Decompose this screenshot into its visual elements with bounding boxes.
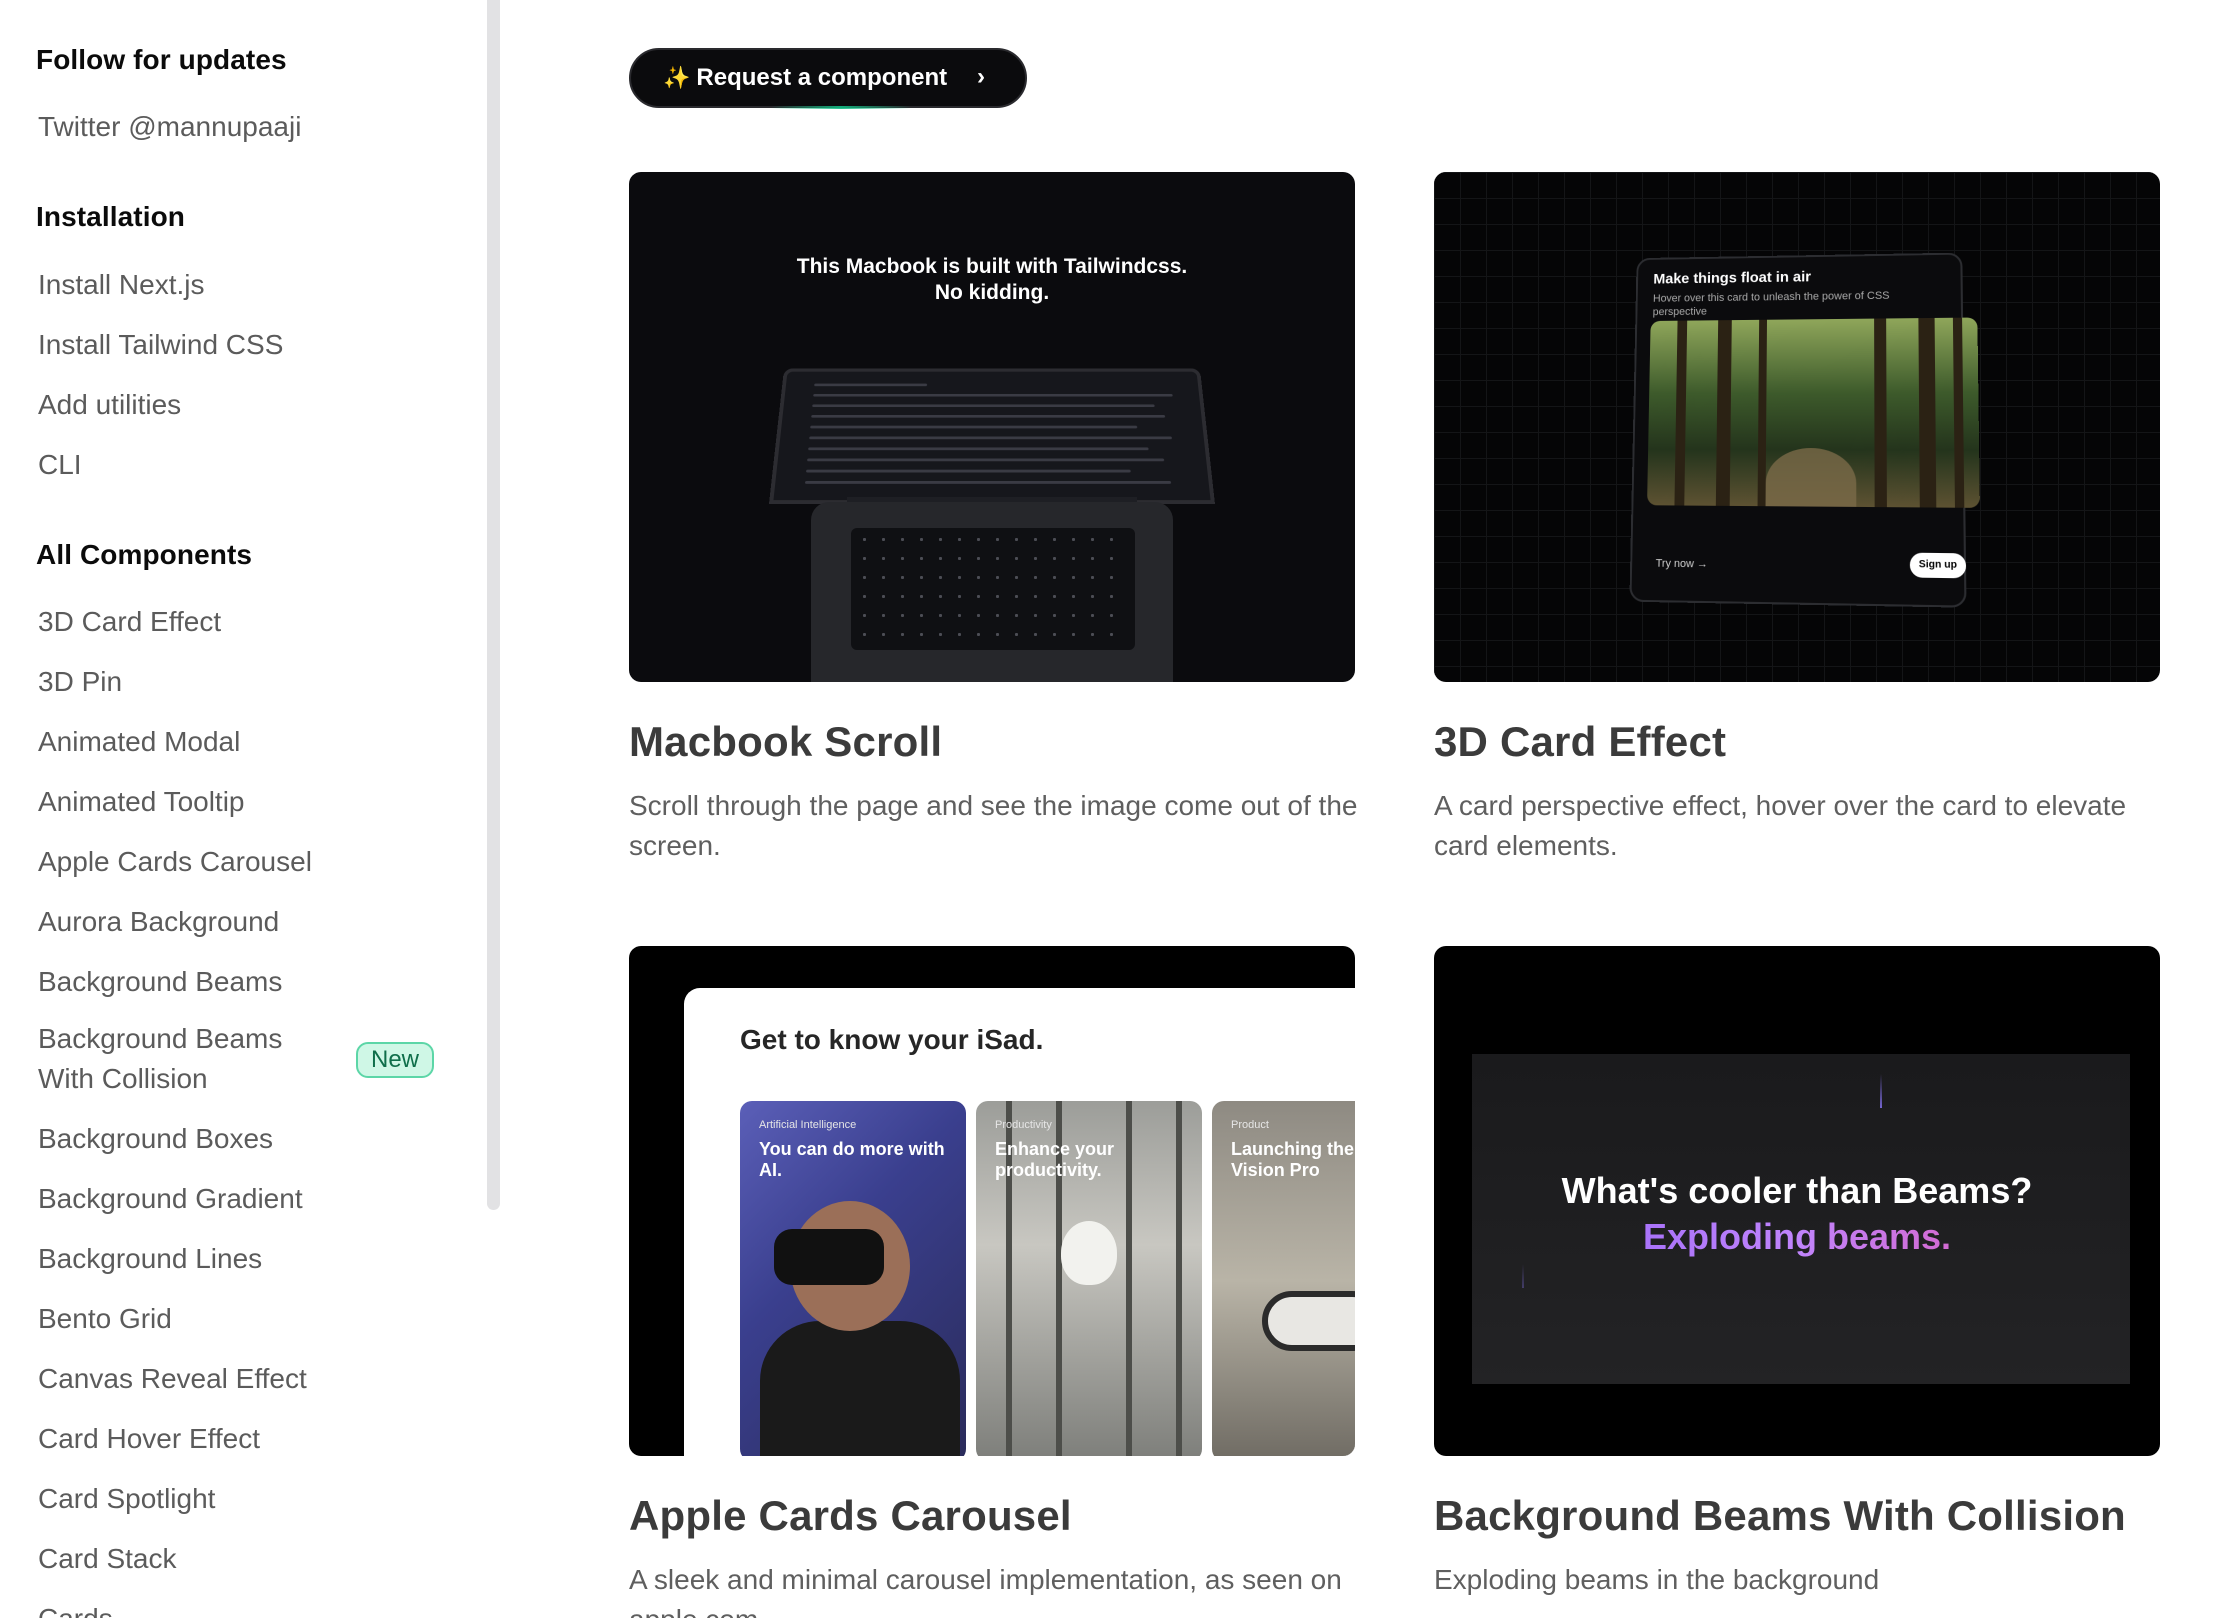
sidebar-item-background-boxes[interactable]: Background Boxes bbox=[38, 1119, 273, 1159]
sidebar-item-background-beams-with-collision[interactable]: Background Beams With Collision bbox=[38, 1019, 338, 1099]
carousel-card-text: Enhance your productivity. bbox=[995, 1139, 1195, 1181]
follow-heading: Follow for updates bbox=[36, 44, 287, 76]
carousel-heading: Get to know your iSad. bbox=[740, 1024, 1043, 1056]
card-desc-macbook-scroll: Scroll through the page and see the imag… bbox=[629, 786, 1359, 866]
carousel-card-ai: Artificial Intelligence You can do more … bbox=[740, 1101, 966, 1456]
carousel-card-text: You can do more with AI. bbox=[759, 1139, 959, 1181]
try-now-link: Try now → bbox=[1656, 558, 1708, 571]
macbook-caption: This Macbook is built with Tailwindcss. … bbox=[629, 254, 1355, 306]
carousel-card-category: Artificial Intelligence bbox=[759, 1119, 856, 1131]
request-component-label: Request a component bbox=[696, 64, 947, 92]
new-badge: New bbox=[356, 1042, 434, 1078]
installation-heading: Installation bbox=[36, 201, 185, 233]
forest-image bbox=[1647, 317, 1980, 507]
apple-logo-icon bbox=[1061, 1221, 1117, 1285]
sidebar-item-3d-pin[interactable]: 3D Pin bbox=[38, 662, 122, 702]
sidebar: Follow for updates Twitter @mannupaaji I… bbox=[0, 0, 500, 1618]
card-title-macbook-scroll[interactable]: Macbook Scroll bbox=[629, 718, 942, 766]
sidebar-item-bento-grid[interactable]: Bento Grid bbox=[38, 1299, 172, 1339]
card-desc-apple-cards-carousel: A sleek and minimal carousel implementat… bbox=[629, 1560, 1359, 1618]
carousel-card-productivity: Productivity Enhance your productivity. bbox=[976, 1101, 1202, 1456]
sidebar-item-apple-cards-carousel[interactable]: Apple Cards Carousel bbox=[38, 842, 312, 882]
sidebar-item-animated-tooltip[interactable]: Animated Tooltip bbox=[38, 782, 245, 822]
sparkles-icon: ✨ bbox=[663, 65, 690, 91]
sign-up-button: Sign up bbox=[1910, 553, 1966, 579]
chevron-right-icon: › bbox=[977, 63, 985, 91]
request-component-button[interactable]: ✨ Request a component › bbox=[629, 48, 1027, 108]
carousel-card-text: Launching the Apple Vision Pro bbox=[1231, 1139, 1355, 1181]
background-beams-collision-preview[interactable]: What's cooler than Beams? Exploding beam… bbox=[1434, 946, 2160, 1456]
sidebar-item-aurora-background[interactable]: Aurora Background bbox=[38, 902, 279, 942]
sidebar-item-background-lines[interactable]: Background Lines bbox=[38, 1239, 262, 1279]
sidebar-item-install-tailwind[interactable]: Install Tailwind CSS bbox=[38, 325, 283, 365]
carousel-card-category: Productivity bbox=[995, 1119, 1052, 1131]
all-components-heading: All Components bbox=[36, 539, 252, 571]
card-title-apple-cards-carousel[interactable]: Apple Cards Carousel bbox=[629, 1492, 1072, 1540]
card-desc-background-beams-with-collision: Exploding beams in the background bbox=[1434, 1560, 2164, 1600]
card-title-background-beams-with-collision[interactable]: Background Beams With Collision bbox=[1434, 1492, 2126, 1540]
floating-card-title: Make things float in air bbox=[1653, 269, 1811, 288]
macbook-caption-line2: No kidding. bbox=[629, 280, 1355, 306]
carousel-card-product: Product Launching the Apple Vision Pro bbox=[1212, 1101, 1355, 1456]
beams-heading-line2: Exploding beams. bbox=[1434, 1216, 2160, 1258]
macbook-keyboard bbox=[851, 528, 1135, 650]
sidebar-item-cards[interactable]: Cards bbox=[38, 1599, 113, 1618]
button-glow-line bbox=[771, 106, 911, 109]
sidebar-item-3d-card-effect[interactable]: 3D Card Effect bbox=[38, 602, 221, 642]
sidebar-item-card-hover-effect[interactable]: Card Hover Effect bbox=[38, 1419, 260, 1459]
3d-card-effect-preview[interactable]: Make things float in air Hover over this… bbox=[1434, 172, 2160, 682]
floating-card-subtitle: Hover over this card to unleash the powe… bbox=[1653, 289, 1919, 319]
macbook-caption-line1: This Macbook is built with Tailwindcss. bbox=[629, 254, 1355, 280]
macbook-screen bbox=[769, 368, 1215, 504]
sidebar-item-background-beams[interactable]: Background Beams bbox=[38, 962, 282, 1002]
floating-card: Make things float in air Hover over this… bbox=[1629, 253, 1966, 608]
carousel-card-category: Product bbox=[1231, 1119, 1269, 1131]
sidebar-item-canvas-reveal-effect[interactable]: Canvas Reveal Effect bbox=[38, 1359, 307, 1399]
card-desc-3d-card-effect: A card perspective effect, hover over th… bbox=[1434, 786, 2164, 866]
beams-heading-line1: What's cooler than Beams? bbox=[1434, 1170, 2160, 1212]
twitter-link[interactable]: Twitter @mannupaaji bbox=[38, 107, 301, 147]
sidebar-item-background-gradient[interactable]: Background Gradient bbox=[38, 1179, 303, 1219]
sidebar-item-add-utilities[interactable]: Add utilities bbox=[38, 385, 181, 425]
card-title-3d-card-effect[interactable]: 3D Card Effect bbox=[1434, 718, 1726, 766]
sidebar-scrollbar-thumb[interactable] bbox=[487, 0, 500, 1210]
sidebar-item-install-nextjs[interactable]: Install Next.js bbox=[38, 265, 205, 305]
vr-headset-icon bbox=[774, 1229, 884, 1285]
apple-cards-carousel-preview[interactable]: Get to know your iSad. Artificial Intell… bbox=[629, 946, 1355, 1456]
sidebar-item-animated-modal[interactable]: Animated Modal bbox=[38, 722, 240, 762]
sidebar-item-cli[interactable]: CLI bbox=[38, 445, 82, 485]
sidebar-item-card-stack[interactable]: Card Stack bbox=[38, 1539, 177, 1579]
sidebar-item-card-spotlight[interactable]: Card Spotlight bbox=[38, 1479, 215, 1519]
macbook-scroll-preview[interactable]: This Macbook is built with Tailwindcss. … bbox=[629, 172, 1355, 682]
vision-pro-icon bbox=[1262, 1291, 1355, 1351]
